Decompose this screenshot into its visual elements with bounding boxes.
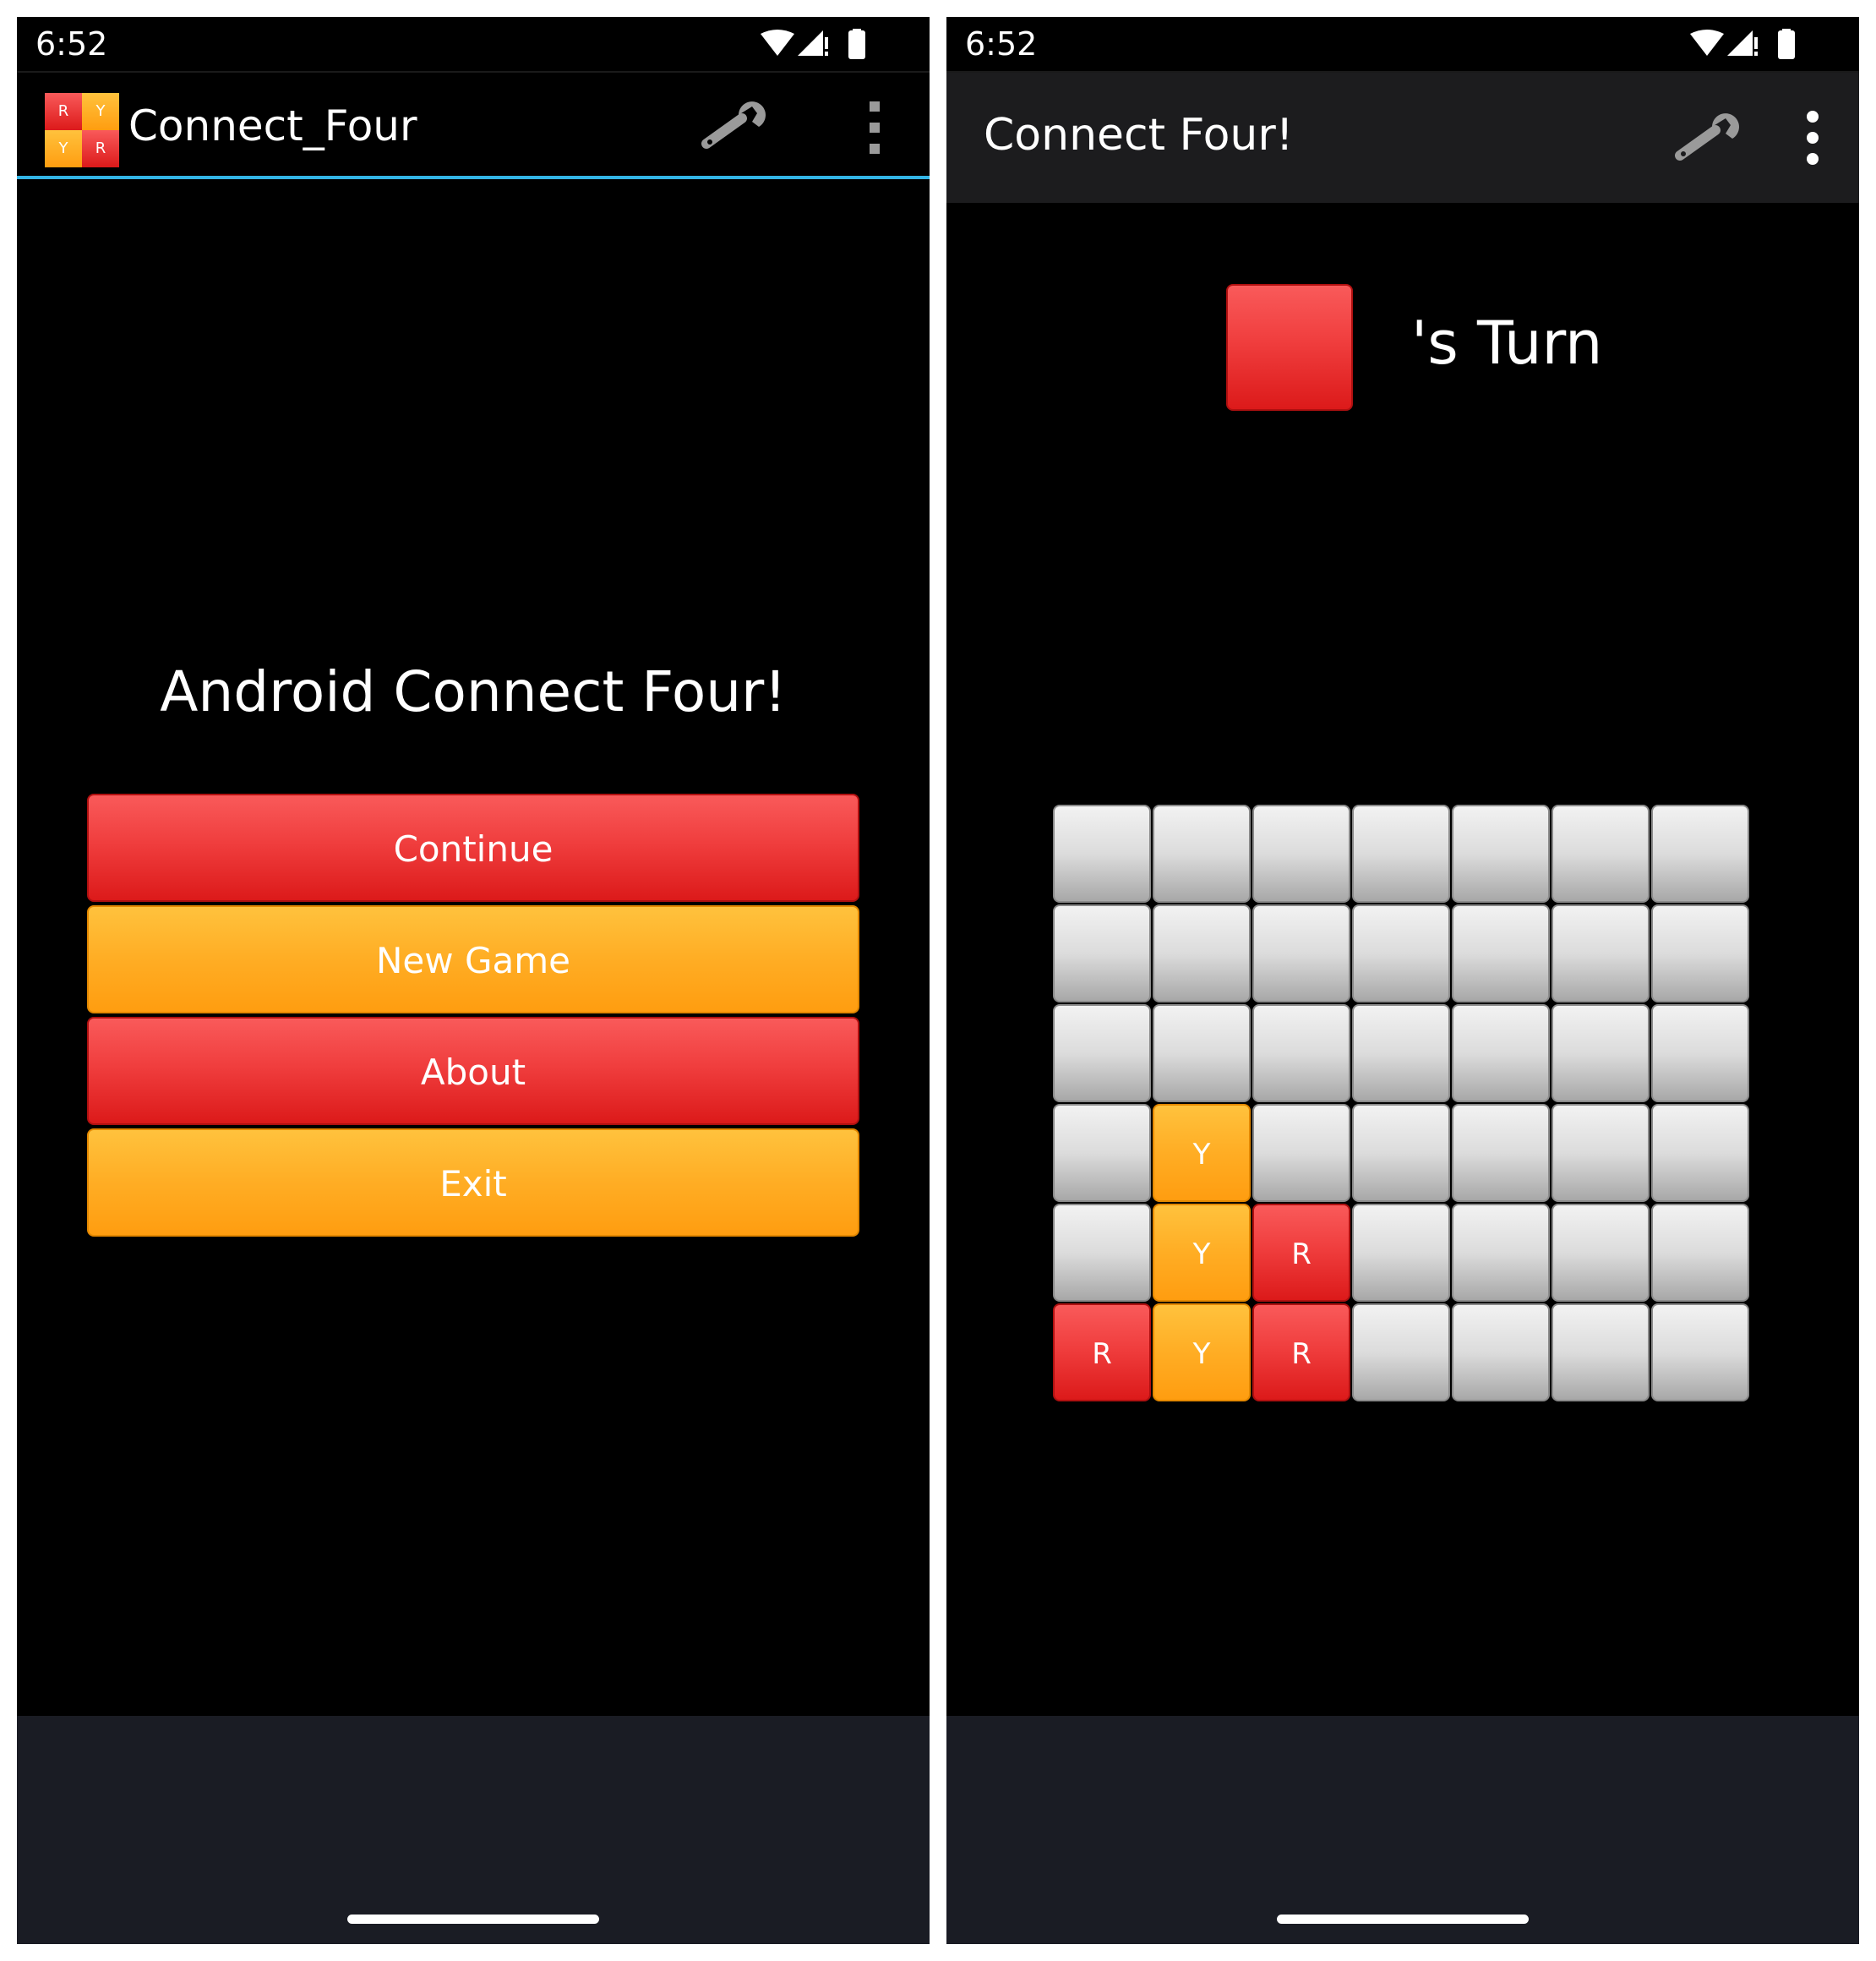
logo-cell: Y	[82, 93, 119, 130]
wifi-icon	[1690, 30, 1724, 56]
board-cell-empty[interactable]	[1552, 805, 1650, 903]
game-board: YYRRYR	[1053, 805, 1751, 1405]
board-cell-empty[interactable]	[1352, 1004, 1450, 1102]
board-cell-empty[interactable]	[1252, 805, 1350, 903]
welcome-heading: Android Connect Four!	[160, 659, 787, 724]
board-cell-empty[interactable]	[1352, 904, 1450, 1002]
home-gesture-handle[interactable]	[347, 1915, 599, 1924]
board-cell-empty[interactable]	[1153, 904, 1251, 1002]
new-game-button[interactable]: New Game	[87, 905, 859, 1013]
status-time: 6:52	[35, 25, 108, 63]
status-bar: 6:52	[17, 17, 930, 73]
app-toolbar: R Y Y R Connect_Four	[17, 74, 930, 179]
board-cell-yellow[interactable]: Y	[1153, 1204, 1251, 1302]
board-cell-empty[interactable]	[1552, 1303, 1650, 1401]
signal-icon	[798, 30, 823, 56]
board-cell-empty[interactable]	[1552, 1104, 1650, 1202]
board-cell-empty[interactable]	[1053, 1204, 1151, 1302]
board-cell-red[interactable]: R	[1252, 1303, 1350, 1401]
status-bar: 6:52	[946, 17, 1859, 73]
board-cell-empty[interactable]	[1252, 1004, 1350, 1102]
board-cell-red[interactable]: R	[1252, 1204, 1350, 1302]
board-cell-empty[interactable]	[1452, 904, 1550, 1002]
board-cell-yellow[interactable]: Y	[1153, 1104, 1251, 1202]
board-cell-empty[interactable]	[1452, 805, 1550, 903]
board-cell-empty[interactable]	[1452, 1104, 1550, 1202]
game-screen: 6:52 Connect Four! 's Turn YYRRYR	[946, 17, 1859, 1944]
board-cell-empty[interactable]	[1651, 1204, 1749, 1302]
board-cell-empty[interactable]	[1053, 1104, 1151, 1202]
app-title: Connect_Four	[128, 101, 417, 150]
board-cell-empty[interactable]	[1053, 805, 1151, 903]
board-cell-empty[interactable]	[1452, 1303, 1550, 1401]
board-cell-yellow[interactable]: Y	[1153, 1303, 1251, 1401]
board-cell-empty[interactable]	[1651, 1004, 1749, 1102]
board-cell-empty[interactable]	[1452, 1204, 1550, 1302]
board-cell-empty[interactable]	[1053, 1004, 1151, 1102]
board-cell-empty[interactable]	[1651, 904, 1749, 1002]
logo-cell: Y	[45, 130, 82, 167]
board-cell-empty[interactable]	[1153, 805, 1251, 903]
turn-label: 's Turn	[1411, 309, 1603, 378]
board-cell-empty[interactable]	[1352, 805, 1450, 903]
navigation-bar	[17, 1716, 930, 1944]
battery-icon	[1778, 30, 1795, 59]
board-cell-empty[interactable]	[1651, 805, 1749, 903]
board-cell-empty[interactable]	[1452, 1004, 1550, 1102]
current-player-piece	[1226, 284, 1353, 411]
board-cell-empty[interactable]	[1252, 904, 1350, 1002]
exit-button[interactable]: Exit	[87, 1128, 859, 1237]
board-cell-empty[interactable]	[1352, 1104, 1450, 1202]
home-gesture-handle[interactable]	[1277, 1915, 1529, 1924]
board-cell-empty[interactable]	[1153, 1004, 1251, 1102]
board-cell-empty[interactable]	[1552, 1204, 1650, 1302]
board-cell-empty[interactable]	[1352, 1204, 1450, 1302]
signal-icon	[1727, 30, 1753, 56]
battery-icon	[848, 30, 865, 59]
status-icons	[1690, 29, 1795, 59]
wifi-icon	[761, 30, 794, 56]
app-title: Connect Four!	[984, 110, 1294, 161]
logo-cell: R	[45, 93, 82, 130]
board-cell-empty[interactable]	[1651, 1303, 1749, 1401]
about-button[interactable]: About	[87, 1017, 859, 1125]
wrench-icon[interactable]	[1675, 112, 1746, 166]
app-toolbar: Connect Four!	[946, 73, 1859, 203]
logo-cell: R	[82, 130, 119, 167]
board-cell-red[interactable]: R	[1053, 1303, 1151, 1401]
board-cell-empty[interactable]	[1651, 1104, 1749, 1202]
board-cell-empty[interactable]	[1352, 1303, 1450, 1401]
overflow-menu-icon[interactable]	[862, 98, 887, 157]
board-cell-empty[interactable]	[1252, 1104, 1350, 1202]
app-logo-icon: R Y Y R	[45, 93, 119, 167]
navigation-bar	[946, 1716, 1859, 1944]
main-menu-screen: 6:52 R Y Y R Connect_Four Android Connec…	[17, 17, 930, 1944]
board-cell-empty[interactable]	[1552, 1004, 1650, 1102]
board-cell-empty[interactable]	[1053, 904, 1151, 1002]
wrench-icon[interactable]	[701, 100, 772, 154]
overflow-menu-icon[interactable]	[1800, 108, 1825, 167]
status-icons	[761, 29, 865, 59]
continue-button[interactable]: Continue	[87, 794, 859, 902]
board-cell-empty[interactable]	[1552, 904, 1650, 1002]
status-time: 6:52	[965, 25, 1038, 63]
